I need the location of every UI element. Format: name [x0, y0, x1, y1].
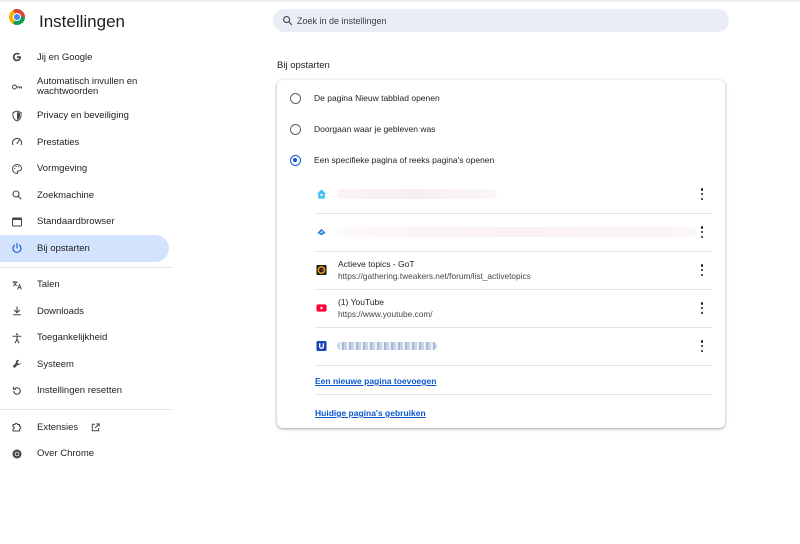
sidebar-item-downloads[interactable]: Downloads: [0, 298, 172, 325]
page-url-text: https://gathering.tweakers.net/forum/lis…: [338, 271, 531, 282]
more-options-icon[interactable]: [698, 264, 706, 277]
more-options-icon[interactable]: [698, 226, 706, 239]
radio-button[interactable]: [290, 123, 301, 135]
sidebar-item-extensions[interactable]: Extensies: [0, 414, 172, 441]
translate-icon: [11, 279, 23, 291]
use-current-pages-link[interactable]: Huidige pagina's gebruiken: [315, 408, 426, 418]
blurred-page-info: [337, 342, 437, 351]
sidebar-item-autofill[interactable]: Automatisch invullen en wachtwoorden: [0, 71, 172, 103]
arrow-favicon-icon: [317, 229, 326, 236]
sidebar-divider: [0, 409, 172, 410]
sidebar-item-label: Downloads: [37, 305, 84, 317]
sidebar-item-label: Toegankelijkheid: [37, 332, 108, 344]
page-title: Instellingen: [39, 12, 126, 31]
sidebar-item-label: Privacy en beveiliging: [37, 110, 129, 122]
blurred-page-info: [337, 227, 697, 238]
search-icon: [11, 189, 23, 201]
sidebar-item-system[interactable]: Systeem: [0, 351, 172, 378]
sidebar-item-label: Prestaties: [37, 136, 80, 148]
open-in-new-icon[interactable]: [90, 422, 101, 433]
startup-page-row: (1) YouTube https://www.youtube.com/: [315, 290, 712, 328]
wrench-icon: [11, 358, 23, 370]
sidebar-item-label: Extensies: [37, 421, 79, 433]
page-title-text: (1) YouTube: [338, 297, 384, 308]
more-options-icon[interactable]: [698, 340, 706, 353]
youtube-favicon-icon: [316, 304, 327, 312]
key-icon: [11, 81, 23, 93]
palette-icon: [11, 163, 23, 175]
startup-page-row: [315, 328, 712, 366]
shield-icon: [11, 110, 23, 122]
blurred-page-info: [337, 189, 497, 200]
option-label: De pagina Nieuw tabblad openen: [314, 93, 440, 103]
add-new-page-link[interactable]: Een nieuwe pagina toevoegen: [315, 376, 436, 386]
more-options-icon[interactable]: [698, 188, 706, 201]
sidebar-item-reset-settings[interactable]: Instellingen resetten: [0, 378, 172, 405]
option-continue[interactable]: Doorgaan waar je gebleven was: [290, 121, 435, 137]
sidebar-item-label: Talen: [37, 279, 60, 291]
option-label: Een specifieke pagina of reeks pagina's …: [314, 155, 495, 165]
sidebar-item-label: Systeem: [37, 358, 74, 370]
startup-page-row: [315, 176, 712, 214]
page-info: Actieve topics - GoT https://gathering.t…: [338, 258, 531, 282]
top-border: [0, 0, 800, 2]
tweakers-favicon-icon: [316, 265, 327, 276]
speedometer-icon: [11, 136, 23, 148]
startup-page-row: Actieve topics - GoT https://gathering.t…: [315, 252, 712, 290]
chrome-logo-icon: [9, 9, 25, 25]
add-page-row: Een nieuwe pagina toevoegen: [315, 376, 712, 386]
sidebar-item-label: Standaardbrowser: [37, 216, 115, 228]
sidebar-item-label: Vormgeving: [37, 163, 88, 175]
accessibility-icon: [11, 332, 23, 344]
sidebar-item-accessibility[interactable]: Toegankelijkheid: [0, 325, 172, 352]
option-label: Doorgaan waar je gebleven was: [314, 124, 436, 134]
radio-button[interactable]: [290, 92, 301, 104]
option-specific-pages[interactable]: Een specifieke pagina of reeks pagina's …: [290, 152, 494, 168]
sidebar-item-label: Bij opstarten: [37, 242, 90, 254]
radio-button-checked[interactable]: [290, 154, 301, 166]
section-title: Bij opstarten: [277, 60, 330, 71]
sidebar: Jij en Google Automatisch invullen en wa…: [0, 44, 172, 467]
home-favicon-icon: [316, 189, 327, 199]
sidebar-item-on-startup[interactable]: Bij opstarten: [0, 235, 169, 262]
sidebar-divider: [0, 266, 172, 268]
sidebar-item-performance[interactable]: Prestaties: [0, 129, 172, 156]
use-current-row: Huidige pagina's gebruiken: [315, 408, 712, 418]
sidebar-item-label: Zoekmachine: [37, 189, 95, 201]
chrome-icon: [11, 448, 23, 460]
more-options-icon[interactable]: [698, 302, 706, 315]
search-input[interactable]: [297, 15, 697, 26]
power-icon: [11, 242, 23, 254]
sidebar-item-appearance[interactable]: Vormgeving: [0, 156, 172, 183]
page-url-text: https://www.youtube.com/: [338, 309, 433, 320]
google-g-icon: [11, 51, 23, 63]
sidebar-item-label: Jij en Google: [37, 51, 93, 63]
sidebar-item-about-chrome[interactable]: Over Chrome: [0, 441, 172, 468]
puzzle-icon: [11, 421, 23, 433]
browser-window-icon: [11, 216, 23, 228]
sidebar-item-search-engine[interactable]: Zoekmachine: [0, 182, 172, 209]
page-title-text: Actieve topics - GoT: [338, 259, 415, 270]
reset-icon: [11, 385, 23, 397]
sidebar-item-languages[interactable]: Talen: [0, 272, 172, 299]
sidebar-item-you-and-google[interactable]: Jij en Google: [0, 44, 172, 71]
search-box[interactable]: [273, 9, 729, 32]
download-icon: [11, 305, 23, 317]
sidebar-item-privacy[interactable]: Privacy en beveiliging: [0, 103, 172, 130]
sidebar-item-default-browser[interactable]: Standaardbrowser: [0, 209, 172, 236]
startup-page-row: [315, 214, 712, 252]
option-new-tab[interactable]: De pagina Nieuw tabblad openen: [290, 90, 440, 106]
sidebar-item-label: Instellingen resetten: [37, 385, 123, 397]
sidebar-item-label: Over Chrome: [37, 448, 95, 460]
search-icon: [283, 16, 293, 26]
page-info: (1) YouTube https://www.youtube.com/: [338, 296, 433, 320]
startup-card: De pagina Nieuw tabblad openen Doorgaan …: [277, 80, 725, 428]
u-favicon-icon: [316, 341, 327, 352]
sidebar-item-label: Automatisch invullen en wachtwoorden: [37, 76, 138, 97]
